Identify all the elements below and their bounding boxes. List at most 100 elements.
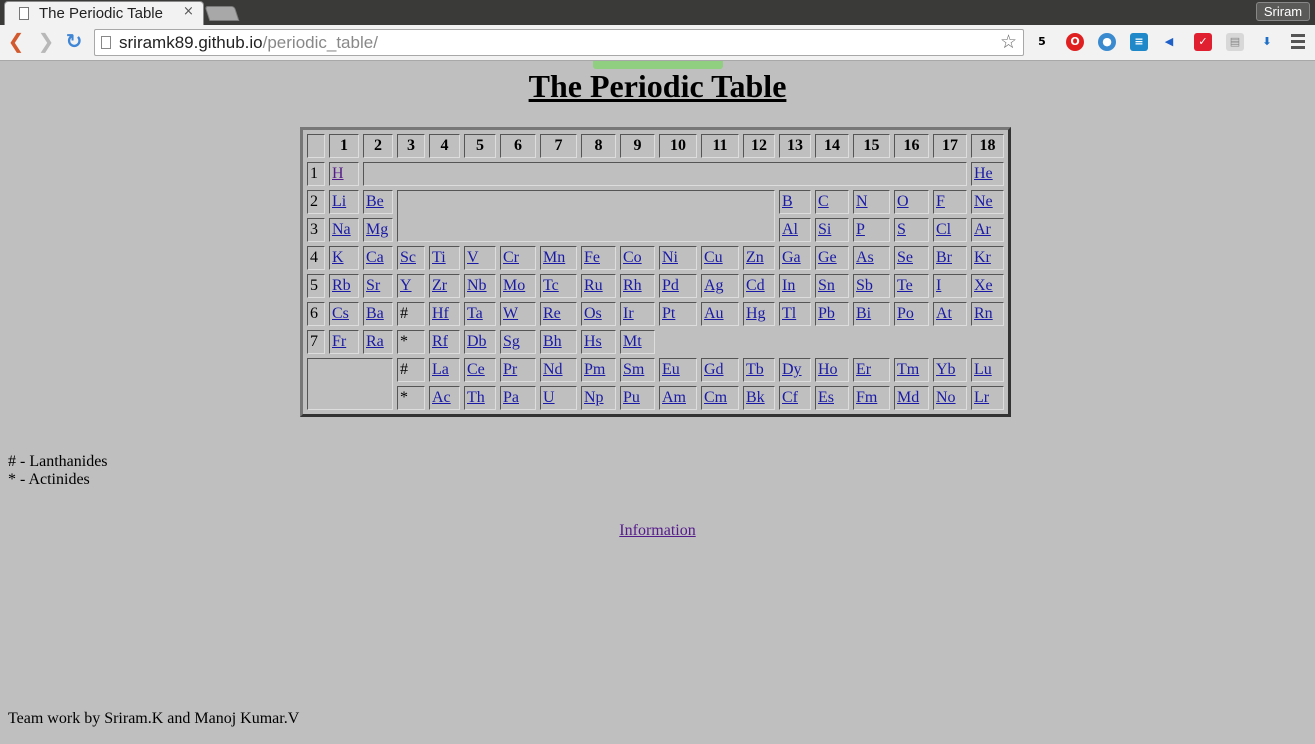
element-link[interactable]: Pr xyxy=(503,361,517,378)
element-link[interactable]: Ir xyxy=(623,305,634,322)
element-link[interactable]: Ru xyxy=(584,277,603,294)
element-link[interactable]: He xyxy=(974,165,993,182)
element-link[interactable]: Ra xyxy=(366,333,384,350)
element-link[interactable]: La xyxy=(432,361,449,378)
element-link[interactable]: Os xyxy=(584,305,602,322)
bookmark-star-icon[interactable]: ☆ xyxy=(1000,31,1017,53)
element-link[interactable]: Mg xyxy=(366,221,388,238)
element-link[interactable]: Ho xyxy=(818,361,838,378)
element-link[interactable]: Gd xyxy=(704,361,724,378)
element-link[interactable]: I xyxy=(936,277,941,294)
element-link[interactable]: Cs xyxy=(332,305,349,322)
element-link[interactable]: C xyxy=(818,193,829,210)
element-link[interactable]: Eu xyxy=(662,361,680,378)
element-link[interactable]: As xyxy=(856,249,874,266)
element-link[interactable]: V xyxy=(467,249,479,266)
element-link[interactable]: Co xyxy=(623,249,642,266)
element-link[interactable]: Ga xyxy=(782,249,801,266)
element-link[interactable]: Ag xyxy=(704,277,724,294)
download-icon[interactable]: ⬇ xyxy=(1258,33,1276,51)
element-link[interactable]: Au xyxy=(704,305,724,322)
element-link[interactable]: W xyxy=(503,305,518,322)
element-link[interactable]: Tc xyxy=(543,277,559,294)
element-link[interactable]: Ni xyxy=(662,249,678,266)
element-link[interactable]: Ta xyxy=(467,305,483,322)
element-link[interactable]: Pa xyxy=(503,389,519,406)
element-link[interactable]: Xe xyxy=(974,277,993,294)
element-link[interactable]: Rf xyxy=(432,333,448,350)
element-link[interactable]: U xyxy=(543,389,555,406)
extension-5-icon[interactable]: 5 xyxy=(1033,33,1051,51)
back-arrow-icon[interactable]: ❮ xyxy=(4,30,28,54)
browser-tab[interactable]: The Periodic Table × xyxy=(4,1,204,25)
element-link[interactable]: Bi xyxy=(856,305,871,322)
reload-icon[interactable]: ↻ xyxy=(62,30,86,54)
profile-button[interactable]: Sriram xyxy=(1256,2,1310,21)
element-link[interactable]: Te xyxy=(897,277,913,294)
element-link[interactable]: Fm xyxy=(856,389,877,406)
element-link[interactable]: Sn xyxy=(818,277,835,294)
element-link[interactable]: Hs xyxy=(584,333,602,350)
url-text[interactable]: sriramk89.github.io/periodic_table/ xyxy=(119,33,378,53)
element-link[interactable]: Rh xyxy=(623,277,642,294)
element-link[interactable]: Rn xyxy=(974,305,993,322)
element-link[interactable]: Sr xyxy=(366,277,380,294)
menu-icon[interactable] xyxy=(1291,34,1305,52)
element-link[interactable]: Cd xyxy=(746,277,765,294)
element-link[interactable]: K xyxy=(332,249,344,266)
element-link[interactable]: Tm xyxy=(897,361,919,378)
element-link[interactable]: Hf xyxy=(432,305,449,322)
element-link[interactable]: Se xyxy=(897,249,913,266)
pocket-icon[interactable]: ✓ xyxy=(1194,33,1212,51)
element-link[interactable]: Sb xyxy=(856,277,873,294)
element-link[interactable]: Zn xyxy=(746,249,764,266)
element-link[interactable]: Bk xyxy=(746,389,765,406)
element-link[interactable]: Lr xyxy=(974,389,989,406)
element-link[interactable]: Pb xyxy=(818,305,835,322)
element-link[interactable]: Rb xyxy=(332,277,351,294)
element-link[interactable]: Pd xyxy=(662,277,679,294)
element-link[interactable]: Ar xyxy=(974,221,991,238)
element-link[interactable]: Y xyxy=(400,277,412,294)
element-link[interactable]: Sc xyxy=(400,249,416,266)
element-link[interactable]: Mo xyxy=(503,277,525,294)
megaphone-icon[interactable]: ◀ xyxy=(1160,33,1178,51)
element-link[interactable]: Pt xyxy=(662,305,675,322)
element-link[interactable]: Pm xyxy=(584,361,605,378)
element-link[interactable]: Po xyxy=(897,305,914,322)
element-link[interactable]: Cf xyxy=(782,389,798,406)
element-link[interactable]: Kr xyxy=(974,249,991,266)
element-link[interactable]: Hg xyxy=(746,305,766,322)
forward-arrow-icon[interactable]: ❯ xyxy=(34,30,58,54)
element-link[interactable]: At xyxy=(936,305,952,322)
element-link[interactable]: Cm xyxy=(704,389,727,406)
element-link[interactable]: Cr xyxy=(503,249,519,266)
element-link[interactable]: Yb xyxy=(936,361,956,378)
element-link[interactable]: Ge xyxy=(818,249,837,266)
extension-icon[interactable]: ≡ xyxy=(1130,33,1148,51)
element-link[interactable]: H xyxy=(332,165,344,182)
element-link[interactable]: Re xyxy=(543,305,561,322)
element-link[interactable]: Ti xyxy=(432,249,446,266)
information-link[interactable]: Information xyxy=(619,522,695,539)
element-link[interactable]: Pu xyxy=(623,389,640,406)
element-link[interactable]: Lu xyxy=(974,361,992,378)
element-link[interactable]: Zr xyxy=(432,277,447,294)
address-bar[interactable]: sriramk89.github.io/periodic_table/ ☆ xyxy=(94,29,1024,56)
element-link[interactable]: Ce xyxy=(467,361,485,378)
element-link[interactable]: Li xyxy=(332,193,346,210)
globe-icon[interactable]: ● xyxy=(1098,33,1116,51)
element-link[interactable]: Bh xyxy=(543,333,562,350)
element-link[interactable]: Tl xyxy=(782,305,796,322)
element-link[interactable]: Np xyxy=(584,389,604,406)
element-link[interactable]: Nd xyxy=(543,361,563,378)
element-link[interactable]: P xyxy=(856,221,865,238)
element-link[interactable]: Si xyxy=(818,221,831,238)
element-link[interactable]: Br xyxy=(936,249,952,266)
element-link[interactable]: Cl xyxy=(936,221,951,238)
element-link[interactable]: Ac xyxy=(432,389,451,406)
element-link[interactable]: Er xyxy=(856,361,871,378)
layout-icon[interactable]: ▤ xyxy=(1226,33,1244,51)
element-link[interactable]: Am xyxy=(662,389,686,406)
element-link[interactable]: Na xyxy=(332,221,351,238)
